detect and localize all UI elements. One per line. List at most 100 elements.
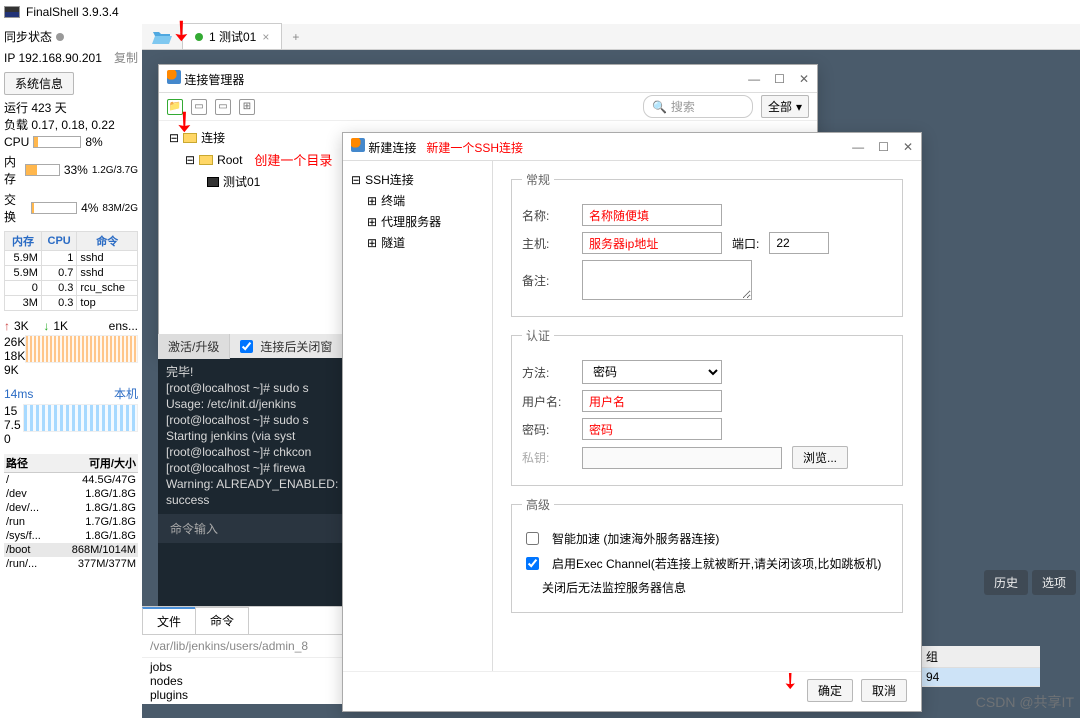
table-row: /sys/f...1.8G/1.8G	[4, 529, 138, 543]
table-row: /boot868M/1014M	[4, 543, 138, 557]
adv2-label: 启用Exec Channel(若连接上就被断开,请关闭该项,比如跳板机)	[552, 555, 881, 572]
exec-channel-checkbox[interactable]	[526, 557, 539, 570]
col-cmd[interactable]: 命令	[77, 232, 138, 251]
window-title: 新建连接	[368, 141, 416, 155]
col-cpu[interactable]: CPU	[41, 232, 76, 251]
cancel-button[interactable]: 取消	[861, 679, 907, 702]
collapse-icon[interactable]: ⊞	[367, 215, 377, 229]
tab-commands[interactable]: 命令	[195, 607, 249, 634]
anno-new-ssh: 新建一个SSH连接	[426, 141, 523, 155]
net-up: 3K	[14, 319, 29, 333]
tree-root[interactable]: 连接	[201, 129, 225, 146]
col-mem[interactable]: 内存	[5, 232, 42, 251]
label-pass: 密码:	[522, 421, 572, 438]
label-key: 私钥:	[522, 449, 572, 466]
watermark: CSDN @共享IT	[976, 692, 1074, 712]
cpu-label: CPU	[4, 135, 29, 149]
close-icon[interactable]: ✕	[903, 140, 913, 154]
toolbar-icon[interactable]: ⊞	[239, 99, 255, 115]
options-button[interactable]: 选项	[1032, 570, 1076, 595]
collapse-icon[interactable]: ⊞	[367, 194, 377, 208]
status-panel: 同步状态 IP 192.168.90.201 复制 系统信息 运行 423 天 …	[0, 24, 142, 718]
conn-type-tree[interactable]: ⊟ SSH连接 ⊞ 终端 ⊞ 代理服务器 ⊞ 隧道	[343, 161, 493, 671]
side-group-panel: 组 94	[920, 646, 1040, 687]
arrow-down-icon: ↓	[43, 319, 49, 333]
privatekey-input	[582, 447, 782, 469]
window-title: 连接管理器	[184, 73, 244, 87]
table-row: /run/...377M/377M	[4, 557, 138, 571]
browse-button[interactable]: 浏览...	[792, 446, 848, 469]
tree-ssh[interactable]: SSH连接	[365, 171, 414, 188]
expand-icon[interactable]: ⊟	[185, 153, 195, 167]
net-down: 1K	[53, 319, 68, 333]
label-remark: 备注:	[522, 272, 572, 289]
tree-terminal[interactable]: 终端	[381, 192, 405, 209]
tab-activate[interactable]: 激活/升级	[158, 334, 230, 359]
toolbar-icon[interactable]: ▭	[215, 99, 231, 115]
lat-chart	[23, 404, 138, 432]
table-row: 00.3rcu_sche	[5, 281, 138, 296]
label-host: 主机:	[522, 235, 572, 252]
legend-auth: 认证	[522, 327, 554, 344]
close-after-connect-checkbox[interactable]	[240, 340, 253, 353]
group-header: 组	[920, 646, 1040, 668]
tab-label: 1 测试01	[209, 28, 256, 45]
new-connection-dialog: 新建连接 新建一个SSH连接 — ☐ ✕ ⊟ SSH连接 ⊞ 终端 ⊞ 代理服务器 ⊞…	[342, 132, 922, 712]
history-button[interactable]: 历史	[984, 570, 1028, 595]
filter-dropdown[interactable]: 全部▾	[761, 95, 809, 118]
close-icon[interactable]: ✕	[799, 72, 809, 86]
swap-pct: 4%	[81, 201, 98, 215]
maximize-icon[interactable]: ☐	[878, 140, 889, 154]
java-icon	[167, 70, 181, 84]
tree-item[interactable]: 测试01	[223, 173, 260, 190]
table-row: 3M0.3top	[5, 296, 138, 311]
table-row: /dev/...1.8G/1.8G	[4, 501, 138, 515]
app-title: FinalShell 3.9.3.4	[26, 5, 119, 19]
col-path[interactable]: 路径	[4, 454, 53, 473]
search-icon: 🔍	[652, 100, 667, 114]
smart-accel-checkbox[interactable]	[526, 532, 539, 545]
method-select[interactable]: 密码	[582, 360, 722, 384]
username-input[interactable]	[582, 390, 722, 412]
folder-icon	[199, 155, 213, 165]
mem-val: 1.2G/3.7G	[92, 165, 138, 176]
expand-icon[interactable]: ⊟	[351, 173, 361, 187]
ok-button[interactable]: 确定	[807, 679, 853, 702]
tree-proxy[interactable]: 代理服务器	[381, 213, 441, 230]
copy-link[interactable]: 复制	[114, 49, 138, 66]
status-dot-icon	[195, 33, 203, 41]
net-chart	[25, 335, 138, 363]
remark-input[interactable]	[582, 260, 752, 300]
sysinfo-button[interactable]: 系统信息	[4, 72, 74, 95]
minimize-icon[interactable]: —	[852, 140, 864, 154]
host-input[interactable]	[582, 232, 722, 254]
checkbox-label: 连接后关闭窗	[260, 338, 332, 355]
add-tab-button[interactable]: +	[282, 26, 309, 48]
tree-tunnel[interactable]: 隧道	[381, 234, 405, 251]
collapse-icon[interactable]: ⊞	[367, 236, 377, 250]
table-row: /run1.7G/1.8G	[4, 515, 138, 529]
password-input[interactable]	[582, 418, 722, 440]
search-input[interactable]: 🔍搜索	[643, 95, 753, 118]
arrow-up-icon: ↑	[4, 319, 10, 333]
legend-general: 常规	[522, 171, 554, 188]
sync-label: 同步状态	[4, 28, 52, 45]
label-name: 名称:	[522, 207, 572, 224]
close-icon[interactable]: ×	[262, 30, 269, 44]
minimize-icon[interactable]: —	[748, 72, 760, 86]
latency: 14ms	[4, 387, 33, 401]
chevron-down-icon: ▾	[796, 100, 802, 114]
lat-host[interactable]: 本机	[114, 385, 138, 402]
net-if[interactable]: ens...	[109, 319, 138, 333]
tab-bar: 1 测试01 × +	[142, 24, 1080, 50]
maximize-icon[interactable]: ☐	[774, 72, 785, 86]
mem-label: 内存	[4, 153, 21, 187]
col-size[interactable]: 可用/大小	[53, 454, 138, 473]
java-icon	[351, 138, 365, 152]
name-input[interactable]	[582, 204, 722, 226]
load-text: 负载 0.17, 0.18, 0.22	[4, 116, 138, 133]
group-value[interactable]: 94	[920, 668, 1040, 687]
port-input[interactable]	[769, 232, 829, 254]
tree-folder-name[interactable]: Root	[217, 153, 242, 167]
tab-files[interactable]: 文件	[142, 607, 196, 634]
